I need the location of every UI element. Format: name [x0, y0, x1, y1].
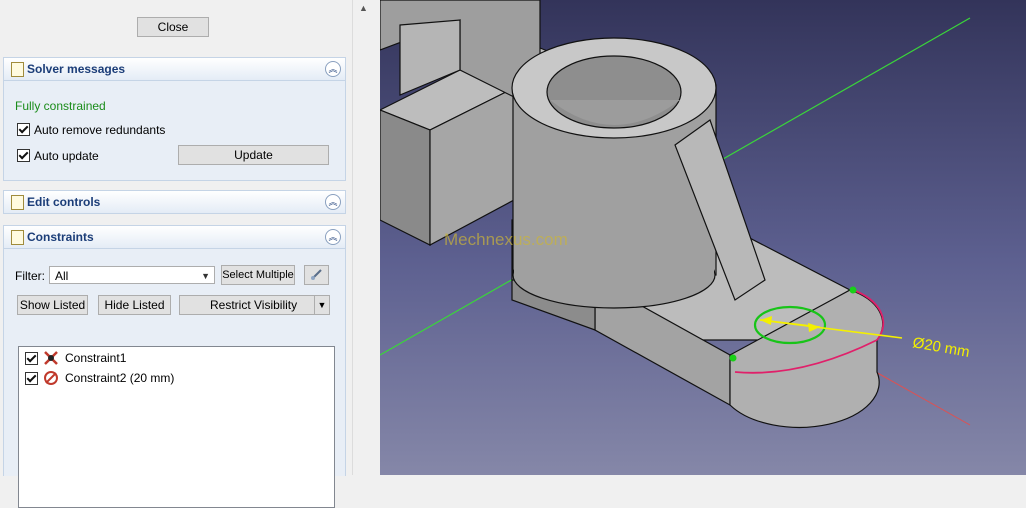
solver-status: Fully constrained [15, 99, 106, 113]
solver-messages-header[interactable]: Solver messages ︽ [4, 58, 345, 81]
collapse-chevron-icon[interactable]: ︽ [325, 61, 341, 77]
edit-controls-header[interactable]: Edit controls ︽ [4, 191, 345, 213]
constraint-label: Constraint2 (20 mm) [65, 371, 175, 385]
panel-pin-icon [11, 230, 24, 245]
constraint-point[interactable] [849, 286, 857, 294]
list-item[interactable]: Constraint1 [23, 349, 323, 367]
diameter-constraint-icon [44, 371, 58, 385]
3d-viewport[interactable]: Mechnexus.com Ø20 mm [380, 0, 1026, 475]
chevron-down-icon: ▼ [201, 271, 210, 281]
auto-update-label: Auto update [34, 149, 99, 163]
scroll-up-arrow-icon[interactable]: ▲ [359, 3, 368, 13]
show-listed-button[interactable]: Show Listed [17, 295, 88, 315]
chevron-down-icon[interactable]: ▼ [314, 296, 329, 314]
dimension-label[interactable]: Ø20 mm [911, 334, 971, 361]
coincident-constraint-icon [44, 351, 58, 365]
panel-pin-icon [11, 62, 24, 77]
constraint-point[interactable] [729, 354, 737, 362]
panel-scrollbar[interactable]: ▲ [352, 0, 381, 475]
arm-side-face [380, 109, 431, 246]
filter-select-value: All [55, 269, 69, 283]
constraint-list[interactable]: Constraint1 Constraint2 (20 mm) [18, 346, 335, 508]
filter-label: Filter: [15, 269, 45, 283]
edit-controls-title: Edit controls [27, 195, 101, 209]
list-item[interactable]: Constraint2 (20 mm) [23, 369, 323, 387]
collapse-chevron-icon[interactable]: ︽ [325, 194, 341, 210]
constraints-header[interactable]: Constraints ︽ [4, 226, 345, 249]
auto-remove-redundants-label: Auto remove redundants [34, 123, 166, 137]
update-button[interactable]: Update [178, 145, 329, 165]
task-panel: Close Solver messages ︽ Fully constraine… [0, 0, 353, 508]
brush-icon [310, 269, 322, 280]
solver-messages-box: Solver messages ︽ Fully constrained Auto… [3, 57, 346, 181]
filter-select[interactable]: All ▼ [49, 266, 215, 284]
constraint-visibility-checkbox[interactable] [25, 372, 38, 385]
panel-pin-icon [11, 195, 24, 210]
auto-remove-redundants-checkbox[interactable] [17, 123, 30, 136]
solver-messages-title: Solver messages [27, 62, 126, 76]
constraint-visibility-checkbox[interactable] [25, 352, 38, 365]
3d-model-view: Mechnexus.com Ø20 mm [380, 0, 971, 428]
restrict-visibility-button[interactable]: Restrict Visibility ▼ [179, 295, 330, 315]
edit-controls-box: Edit controls ︽ [3, 190, 346, 214]
select-multiple-button[interactable]: Select Multiple [221, 265, 295, 285]
collapse-chevron-icon[interactable]: ︽ [325, 229, 341, 245]
constraints-title: Constraints [27, 230, 94, 244]
settings-brush-button[interactable] [304, 265, 329, 285]
hide-listed-button[interactable]: Hide Listed [98, 295, 171, 315]
watermark-text: Mechnexus.com [444, 230, 568, 249]
restrict-visibility-label: Restrict Visibility [210, 298, 298, 312]
constraint-label: Constraint1 [65, 351, 127, 365]
constraints-box: Constraints ︽ Filter: All ▼ Select Multi… [3, 225, 346, 508]
auto-update-checkbox[interactable] [17, 149, 30, 162]
close-button[interactable]: Close [137, 17, 209, 37]
